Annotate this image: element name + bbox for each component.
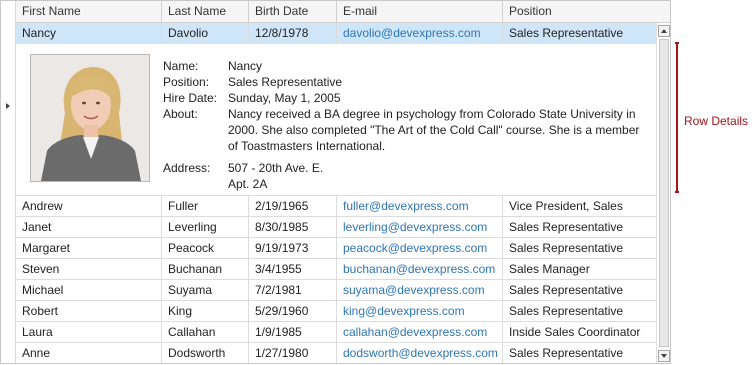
cell-first-name: Steven: [16, 259, 162, 280]
table-row[interactable]: Michael Suyama 7/2/1981 suyama@devexpress.c…: [16, 280, 656, 301]
cell-first-name: Robert: [16, 301, 162, 322]
current-row-indicator-icon: [6, 103, 10, 109]
table-row[interactable]: Steven Buchanan 3/4/1955 buchanan@devexpres…: [16, 259, 656, 280]
cell-last-name: Buchanan: [162, 259, 249, 280]
detail-name: Name: Nancy: [163, 58, 643, 74]
detail-about-value: Nancy received a BA degree in psychology…: [228, 107, 640, 153]
detail-address-label: Address:: [163, 161, 211, 175]
cell-birth-date: 3/4/1955: [249, 259, 337, 280]
table-row[interactable]: Anne Dodsworth 1/27/1980 dodsworth@devexpre…: [16, 343, 656, 363]
cell-position: Sales Representative: [509, 346, 624, 360]
cell-birth-date: 1/27/1980: [249, 343, 337, 363]
table-row[interactable]: Laura Callahan 1/9/1985 callahan@devexpress…: [16, 322, 656, 343]
cell-last-name: Suyama: [162, 280, 249, 301]
cell-position: Sales Representative: [509, 26, 624, 40]
cell-position: Sales Representative: [509, 220, 624, 234]
detail-address-line1: 507 - 20th Ave. E.: [228, 161, 324, 175]
cell-position: Sales Representative: [509, 241, 624, 255]
cell-birth-date: 5/29/1960: [249, 301, 337, 322]
row-details-callout: Row Details: [684, 114, 749, 128]
cell-birth-date: 2/19/1965: [249, 196, 337, 217]
chevron-down-icon: [661, 354, 667, 358]
cell-email[interactable]: dodsworth@devexpress.com: [337, 343, 503, 363]
header-email[interactable]: E-mail: [337, 1, 503, 22]
cell-position: Sales Manager: [509, 262, 590, 276]
row-details-bracket: [672, 42, 678, 193]
detail-position-value: Sales Representative: [228, 75, 343, 89]
header-position[interactable]: Position: [503, 1, 656, 22]
cell-email[interactable]: buchanan@devexpress.com: [337, 259, 503, 280]
scrollbar-thumb[interactable]: [659, 39, 669, 347]
cell-birth-date: 1/9/1985: [249, 322, 337, 343]
cell-email[interactable]: king@devexpress.com: [337, 301, 503, 322]
cell-position: Inside Sales Coordinator: [509, 325, 641, 339]
cell-email[interactable]: davolio@devexpress.com: [337, 23, 503, 44]
table-row[interactable]: Andrew Fuller 2/19/1965 fuller@devexpress.c…: [16, 196, 656, 217]
bracket-top-tick: [675, 42, 679, 44]
vertical-scrollbar[interactable]: [656, 23, 670, 363]
cell-last-name: Callahan: [162, 322, 249, 343]
cell-first-name: Laura: [16, 322, 162, 343]
row-details-panel: Name: Nancy Position: Sales Representati…: [16, 44, 656, 196]
detail-position: Position: Sales Representative: [163, 74, 643, 90]
employee-photo: [30, 54, 150, 182]
cell-last-name: King: [162, 301, 249, 322]
detail-name-value: Nancy: [228, 59, 263, 73]
header-birth-date[interactable]: Birth Date: [249, 1, 337, 22]
detail-about: About: Nancy received a BA degree in psy…: [163, 106, 643, 154]
cell-email[interactable]: suyama@devexpress.com: [337, 280, 503, 301]
cell-first-name: Margaret: [16, 238, 162, 259]
cell-birth-date: 8/30/1985: [249, 217, 337, 238]
detail-address-line2: Apt. 2A: [228, 177, 268, 191]
scroll-up-button[interactable]: [658, 25, 670, 37]
cell-last-name: Leverling: [162, 217, 249, 238]
header-corner: [656, 1, 670, 23]
chevron-up-icon: [661, 29, 667, 33]
cell-birth-date: 7/2/1981: [249, 280, 337, 301]
cell-position: Sales Representative: [509, 304, 624, 318]
cell-email[interactable]: callahan@devexpress.com: [337, 322, 503, 343]
cell-email[interactable]: peacock@devexpress.com: [337, 238, 503, 259]
detail-hire-date: Hire Date: Sunday, May 1, 2005: [163, 90, 643, 106]
table-row[interactable]: Robert King 5/29/1960 king@devexpress.com Sa…: [16, 301, 656, 322]
scroll-down-button[interactable]: [658, 350, 670, 362]
cell-first-name: Michael: [16, 280, 162, 301]
table-row[interactable]: Margaret Peacock 9/19/1973 peacock@devexpre…: [16, 238, 656, 259]
employee-grid: First Name Last Name Birth Date E-mail P…: [0, 0, 671, 364]
details-list: Name: Nancy Position: Sales Representati…: [163, 58, 643, 192]
cell-first-name: Anne: [16, 343, 162, 363]
cell-position: Vice President, Sales: [509, 199, 623, 213]
detail-hire-date-value: Sunday, May 1, 2005: [228, 91, 341, 105]
detail-about-label: About:: [163, 107, 198, 121]
cell-email[interactable]: fuller@devexpress.com: [337, 196, 503, 217]
detail-position-label: Position:: [163, 75, 210, 89]
table-row-selected[interactable]: Nancy Davolio 12/8/1978 davolio@devexpre…: [16, 23, 656, 44]
cell-email[interactable]: leverling@devexpress.com: [337, 217, 503, 238]
cell-birth-date: 12/8/1978: [249, 23, 337, 44]
employee-photo-image: [31, 55, 149, 181]
data-rows: Andrew Fuller 2/19/1965 fuller@devexpress.c…: [16, 196, 656, 363]
header-last-name[interactable]: Last Name: [162, 1, 249, 22]
detail-address: Address: 507 - 20th Ave. E. Apt. 2A: [163, 160, 643, 192]
detail-name-label: Name:: [163, 59, 199, 73]
header-first-name[interactable]: First Name: [16, 1, 162, 22]
cell-last-name: Davolio: [162, 23, 249, 44]
cell-first-name: Janet: [16, 217, 162, 238]
cell-first-name: Nancy: [16, 23, 162, 44]
cell-first-name: Andrew: [16, 196, 162, 217]
bracket-bottom-tick: [675, 191, 679, 193]
detail-hire-date-label: Hire Date:: [163, 91, 218, 105]
cell-last-name: Dodsworth: [162, 343, 249, 363]
grid-rows: Nancy Davolio 12/8/1978 davolio@devexpre…: [16, 23, 656, 363]
row-indicator-column: [1, 1, 16, 363]
column-header-row: First Name Last Name Birth Date E-mail P…: [16, 1, 656, 23]
cell-position: Sales Representative: [509, 283, 624, 297]
cell-last-name: Peacock: [162, 238, 249, 259]
table-row[interactable]: Janet Leverling 8/30/1985 leverling@devexpr…: [16, 217, 656, 238]
cell-birth-date: 9/19/1973: [249, 238, 337, 259]
cell-last-name: Fuller: [162, 196, 249, 217]
